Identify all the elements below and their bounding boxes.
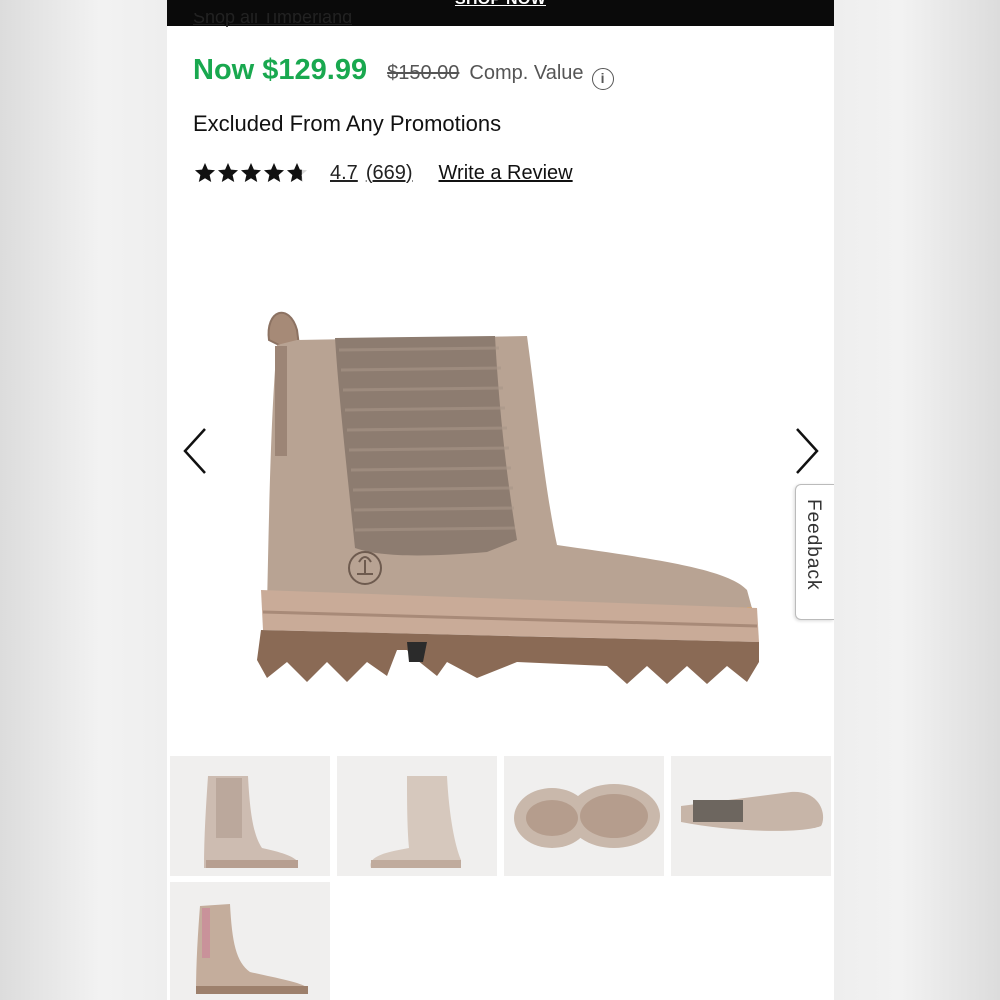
star-icon [287, 163, 307, 182]
sale-price: Now $129.99 [193, 54, 368, 86]
background-left [0, 0, 167, 1000]
rating-value[interactable]: 4.7 [330, 162, 358, 185]
star-icon [195, 163, 215, 182]
chevron-right-icon[interactable] [787, 425, 827, 477]
review-count[interactable]: (669) [366, 162, 413, 185]
star-icon [218, 163, 238, 182]
comp-value-label: Comp. Value [469, 62, 584, 84]
rating-row: 4.7 (669) Write a Review [193, 161, 573, 185]
promo-link[interactable]: SHOP NOW [167, 0, 834, 9]
original-price: $150.00 [387, 62, 460, 84]
thumbnail-2[interactable] [337, 756, 497, 876]
price-row: Now $129.99 $150.00 Comp. Value i [193, 54, 614, 90]
thumbnail-1[interactable] [170, 756, 330, 876]
info-icon[interactable]: i [591, 68, 614, 90]
product-main-image[interactable] [227, 290, 787, 710]
thumbnail-5[interactable] [170, 882, 330, 1000]
feedback-tab[interactable]: Feedback [795, 484, 834, 620]
star-rating[interactable] [193, 161, 308, 185]
thumbnail-3[interactable] [504, 756, 664, 876]
chevron-left-icon[interactable] [175, 425, 215, 477]
product-page: SHOP NOW Shop all Timberland Now $129.99… [167, 0, 834, 1000]
feedback-label: Feedback [803, 499, 824, 591]
promotion-exclusion-note: Excluded From Any Promotions [193, 111, 502, 136]
star-icon [264, 163, 284, 182]
thumbnail-4[interactable] [671, 756, 831, 876]
star-icon [241, 163, 261, 182]
shop-brand-link[interactable]: Shop all Timberland [193, 13, 352, 30]
write-review-link[interactable]: Write a Review [439, 162, 573, 185]
background-right [834, 0, 1000, 1000]
